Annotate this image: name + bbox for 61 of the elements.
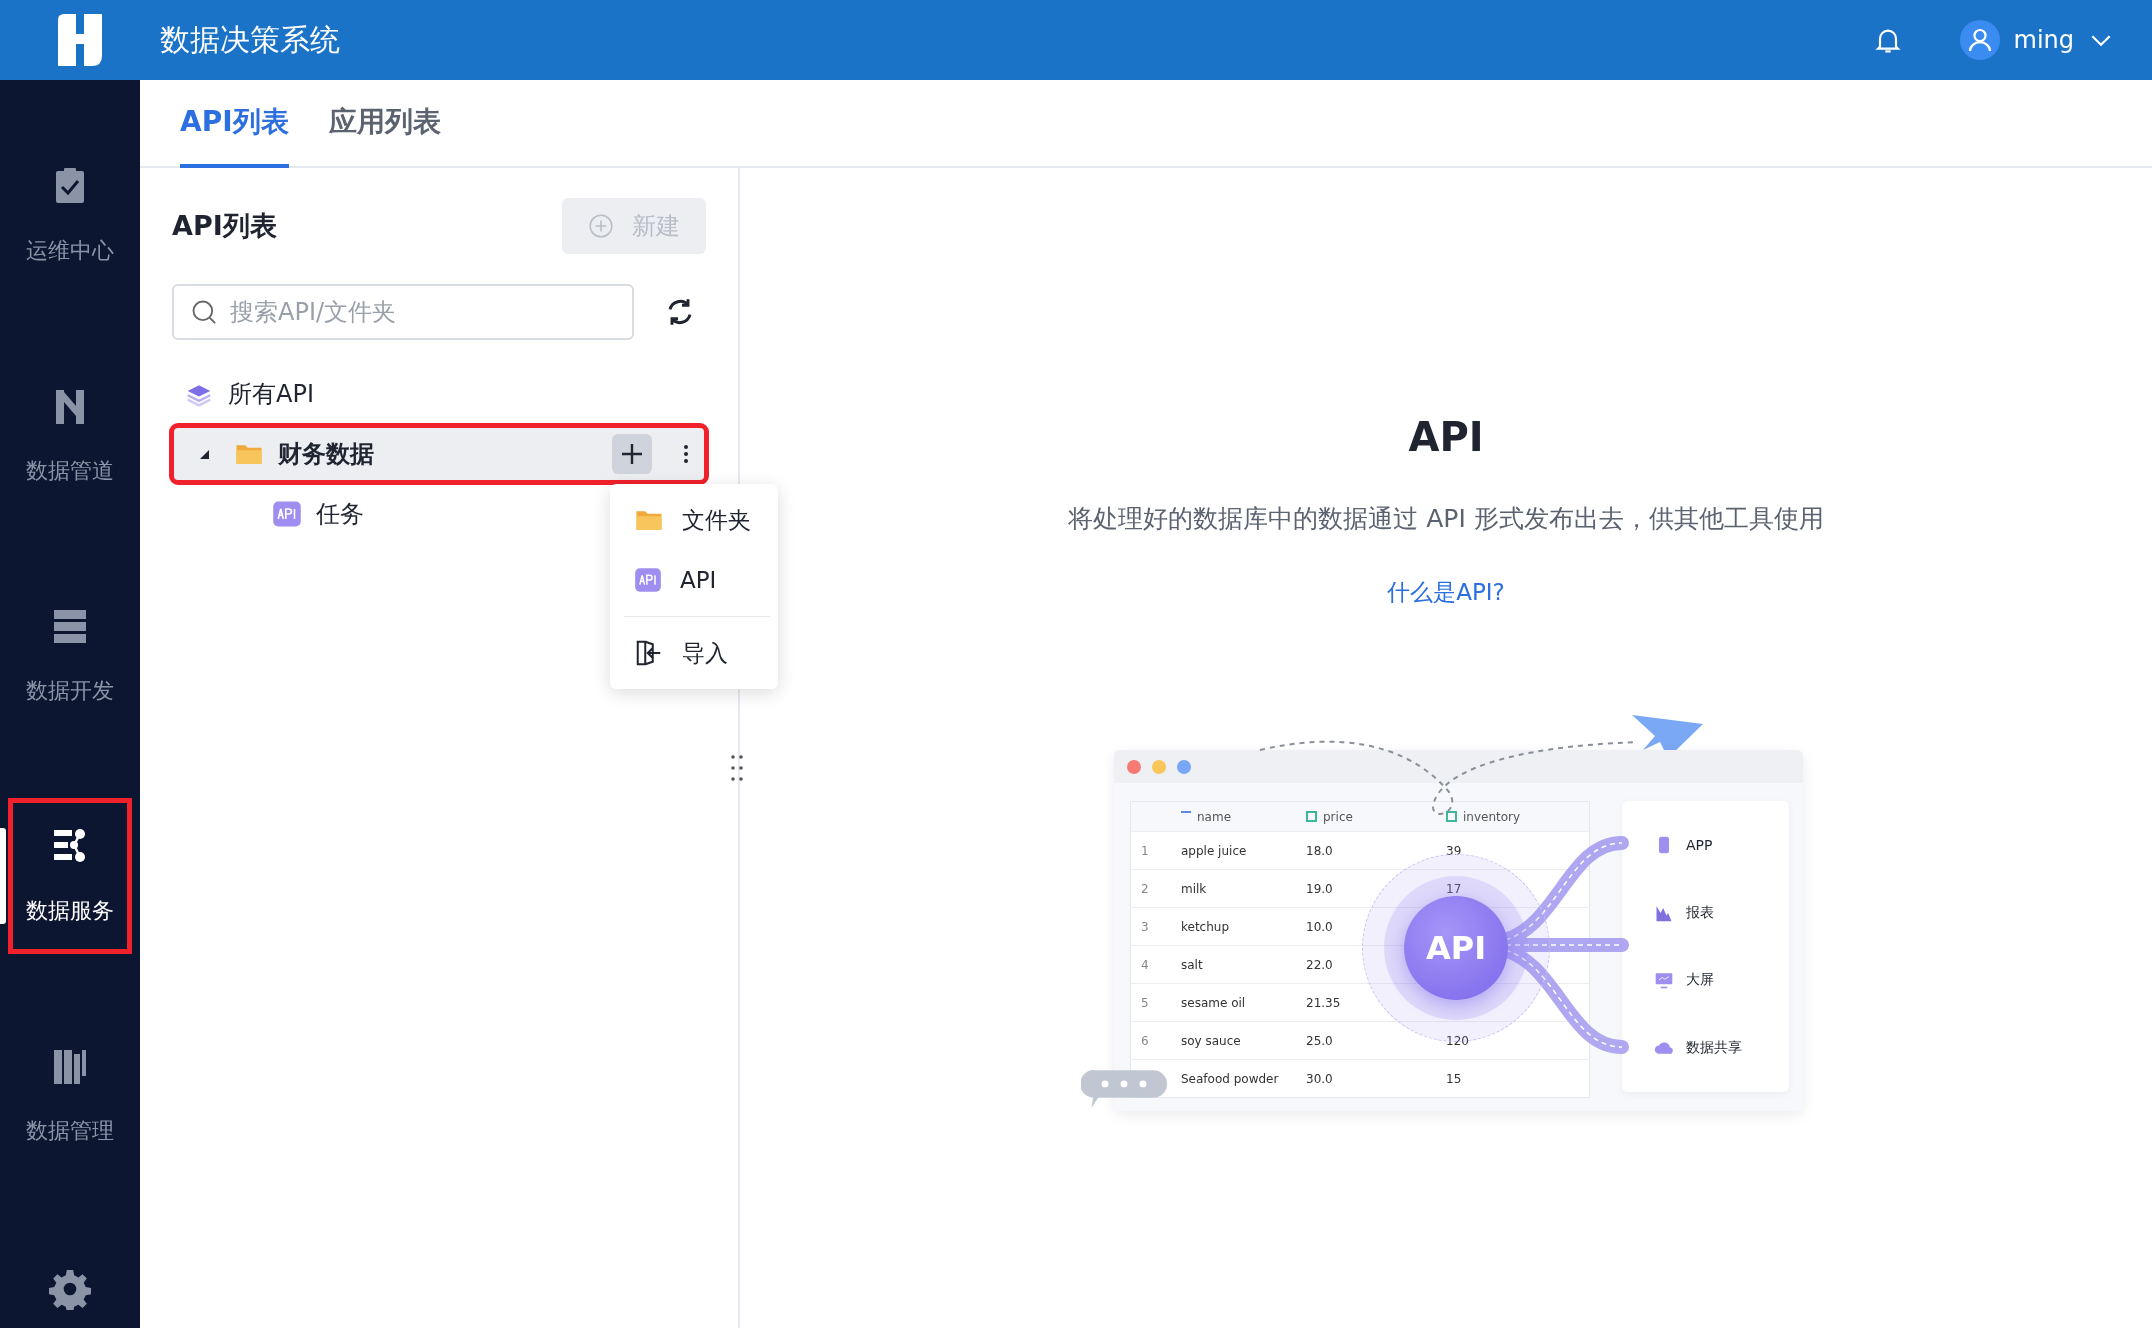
- search-icon: [190, 298, 218, 326]
- intro-description: 将处理好的数据库中的数据通过 API 形式发布出去，供其他工具使用: [1068, 503, 1824, 535]
- table-cell-text: 25.0: [1306, 1033, 1334, 1048]
- settings-icon[interactable]: [49, 1268, 91, 1310]
- menu-item[interactable]: 文件夹: [610, 490, 778, 550]
- table-cell-text: salt: [1181, 957, 1204, 972]
- row-number: 4: [1141, 957, 1149, 972]
- table-cell-text: 18.0: [1306, 843, 1334, 858]
- plus-circle-icon: [588, 213, 614, 239]
- avatar-icon[interactable]: [1959, 20, 2000, 60]
- column-header: inventory: [1446, 809, 1589, 824]
- table-cell-text: soy sauce: [1181, 1033, 1242, 1048]
- table-cell-text: 22.0: [1306, 957, 1334, 972]
- sidebar-item[interactable]: 运维中心: [8, 138, 132, 294]
- table-cell-text: ketchup: [1181, 919, 1231, 934]
- drag-handle-icon[interactable]: [730, 754, 744, 782]
- panel-title: API列表: [172, 209, 277, 243]
- row-number: 2: [1141, 881, 1149, 896]
- tree-item[interactable]: 所有API: [172, 366, 706, 422]
- app-title: 数据决策系统: [160, 20, 340, 59]
- user-name[interactable]: ming: [2013, 26, 2074, 54]
- monitor-icon: [1654, 970, 1674, 991]
- row-number: 6: [1141, 1033, 1149, 1048]
- sidebar-item[interactable]: 数据管理: [8, 1018, 132, 1174]
- row-number: 3: [1141, 919, 1149, 934]
- column-header: price: [1306, 809, 1446, 824]
- sidebar-item[interactable]: 数据开发: [8, 578, 132, 734]
- table-cell-text: Seafood powder: [1181, 1071, 1280, 1086]
- menu-item[interactable]: API: [610, 550, 778, 610]
- target-label: 数据共享: [1686, 1039, 1742, 1058]
- tab[interactable]: 应用列表: [328, 80, 441, 168]
- search-field[interactable]: 搜索API/文件夹: [172, 284, 634, 340]
- table-cell-text: sesame oil: [1181, 995, 1247, 1010]
- sidebar-item[interactable]: 数据管道: [8, 358, 132, 514]
- table-cell-text: milk: [1181, 881, 1208, 896]
- help-link[interactable]: 什么是API?: [1387, 577, 1505, 608]
- table-cell-text: 19.0: [1306, 881, 1334, 896]
- table-cell-text: apple juice: [1181, 843, 1248, 858]
- table-cell-text: 10.0: [1306, 919, 1334, 934]
- more-icon[interactable]: [682, 442, 690, 466]
- target-label: APP: [1686, 836, 1713, 853]
- table-cell: 39: [1446, 843, 1462, 858]
- chevron-down-icon[interactable]: [2090, 33, 2112, 47]
- tree-item[interactable]: 财务数据: [172, 426, 706, 482]
- table-cell-text: 30.0: [1306, 1071, 1334, 1086]
- menu-item[interactable]: 导入: [610, 623, 778, 683]
- row-number: 5: [1141, 995, 1149, 1010]
- table-cell: 15: [1446, 1071, 1462, 1086]
- tab[interactable]: API列表: [180, 80, 289, 168]
- table-cell: 120: [1446, 1033, 1469, 1048]
- target-label: 大屏: [1686, 971, 1714, 990]
- row-number: 1: [1141, 843, 1149, 858]
- table-cell-text: 21.35: [1306, 995, 1342, 1010]
- api-icon: [634, 566, 662, 594]
- target-label: 报表: [1686, 903, 1714, 922]
- table-cell: 17: [1446, 881, 1462, 896]
- add-icon[interactable]: [612, 434, 652, 474]
- caret-icon[interactable]: [198, 448, 210, 460]
- column-header: name: [1181, 809, 1306, 824]
- api-icon: [272, 499, 302, 529]
- intro-title: API: [1408, 414, 1484, 460]
